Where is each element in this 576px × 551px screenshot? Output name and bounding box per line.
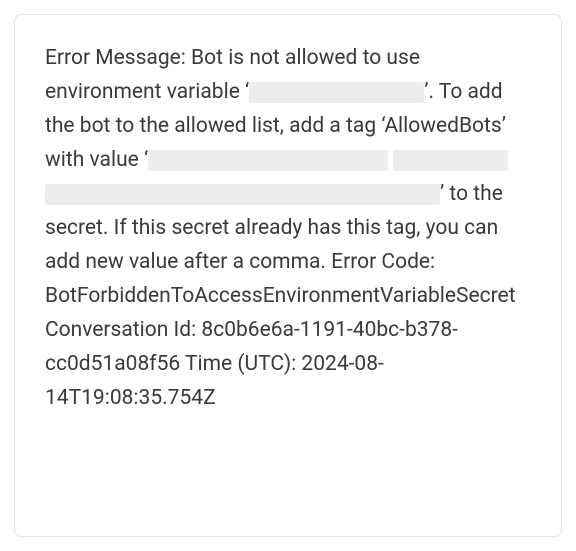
error-message-text: Error Message: Bot is not allowed to use… xyxy=(45,41,531,415)
error-after-value: ’ to the secret. If this secret already … xyxy=(45,182,516,410)
redacted-value-part-2 xyxy=(393,150,508,171)
redacted-env-var xyxy=(249,82,424,103)
redacted-value-part-3 xyxy=(45,184,440,205)
redacted-value-part-1 xyxy=(148,150,388,171)
error-card: Error Message: Bot is not allowed to use… xyxy=(14,14,562,537)
